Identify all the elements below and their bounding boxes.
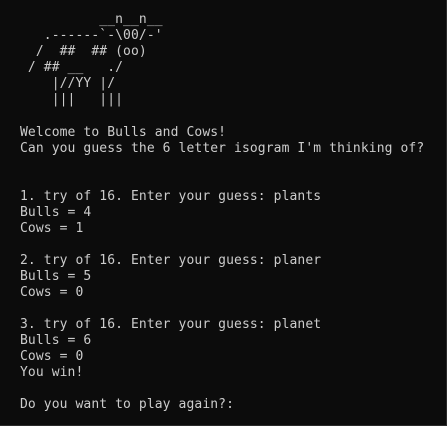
cows-result-line: Cows = 0: [20, 349, 84, 364]
cows-result-line: Cows = 0: [20, 285, 84, 300]
bulls-result-line: Bulls = 6: [20, 333, 92, 348]
ascii-cow-line: .------`-\00/-': [20, 28, 163, 43]
isogram-prompt-text: Can you guess the 6 letter isogram I'm t…: [20, 141, 425, 156]
welcome-text: Welcome to Bulls and Cows!: [20, 125, 227, 140]
ascii-cow-line: ||| |||: [20, 92, 124, 107]
guess-attempt-line: 1. try of 16. Enter your guess: plants: [20, 189, 322, 204]
ascii-cow-line: |//YY |/: [20, 76, 116, 91]
cows-result-line: Cows = 1: [20, 221, 84, 236]
console-window[interactable]: __n__n__ .------`-\00/-' / ## ## (oo) / …: [0, 0, 447, 426]
guess-attempt-line: 3. try of 16. Enter your guess: planet: [20, 317, 322, 332]
bulls-result-line: Bulls = 4: [20, 205, 92, 220]
guess-attempt-line: 2. try of 16. Enter your guess: planer: [20, 253, 322, 268]
ascii-cow-line: __n__n__: [20, 12, 163, 27]
ascii-cow-line: / ## __ ./: [20, 60, 124, 75]
win-message: You win!: [20, 365, 84, 380]
ascii-cow-line: / ## ## (oo): [20, 44, 147, 59]
bulls-result-line: Bulls = 5: [20, 269, 92, 284]
play-again-prompt[interactable]: Do you want to play again?:: [20, 397, 234, 413]
